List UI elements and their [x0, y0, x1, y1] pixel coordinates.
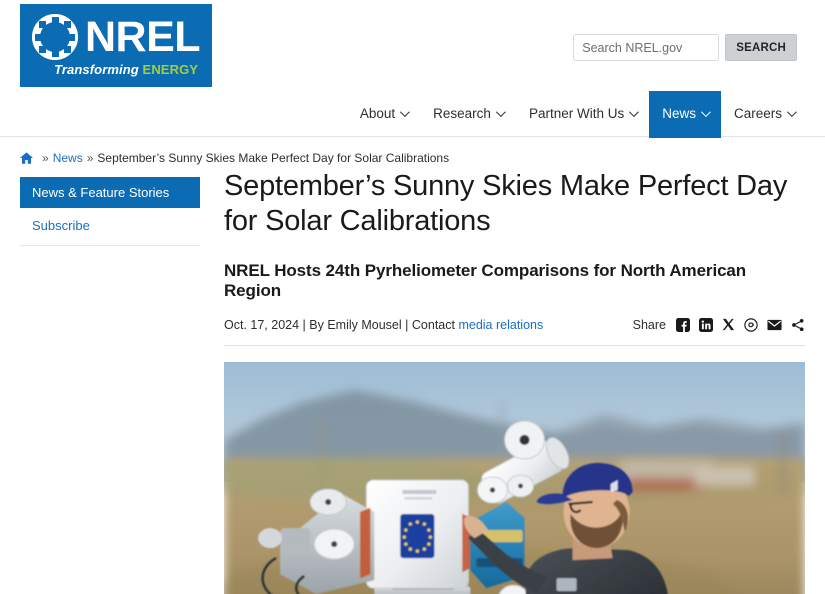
x-twitter-icon[interactable] — [722, 318, 735, 331]
article-subheadline: NREL Hosts 24th Pyrheliometer Comparison… — [224, 260, 747, 300]
chevron-down-icon — [700, 107, 711, 118]
nav-label-research: Research — [433, 106, 491, 121]
article: September’s Sunny Skies Make Perfect Day… — [200, 169, 805, 594]
byline: Oct. 17, 2024 | By Emily Mousel | Contac… — [224, 318, 543, 332]
logo-wordmark: NREL — [85, 12, 201, 61]
contact-prefix: Contact — [411, 317, 455, 332]
chevron-down-icon — [786, 107, 797, 118]
page-content: News & Feature Stories Subscribe Septemb… — [0, 169, 825, 594]
search-input[interactable] — [573, 34, 720, 61]
breadcrumb-separator-2: » — [86, 150, 94, 165]
sidebar-item-subscribe[interactable]: Subscribe — [20, 208, 200, 246]
nrel-logo[interactable]: NREL Transforming ENERGY — [20, 4, 212, 87]
nav-item-research[interactable]: Research — [420, 91, 516, 136]
nrel-circular-mark-icon — [32, 14, 78, 60]
search-button[interactable]: SEARCH — [725, 34, 797, 61]
article-meta-row: Oct. 17, 2024 | By Emily Mousel | Contac… — [224, 317, 805, 346]
main-navigation: About Research Partner With Us News Care… — [347, 91, 807, 138]
logo-tagline-energy: ENERGY — [142, 62, 199, 77]
nav-item-careers[interactable]: Careers — [721, 91, 807, 136]
nav-label-partner-with-us: Partner With Us — [528, 106, 625, 121]
nav-label-careers: Careers — [733, 106, 782, 121]
byline-sep-1: | — [302, 317, 306, 332]
linkedin-icon[interactable] — [699, 317, 713, 332]
nav-item-partner-with-us[interactable]: Partner With Us — [516, 91, 649, 136]
nav-item-news[interactable]: News — [649, 91, 721, 138]
share-group: Share — [632, 317, 805, 332]
logo-tagline-transforming: Transforming — [54, 62, 143, 77]
breadcrumb-current-page: September’s Sunny Skies Make Perfect Day… — [97, 150, 450, 165]
breadcrumb: » News » September’s Sunny Skies Make Pe… — [0, 137, 825, 169]
article-date: Oct. 17, 2024 — [224, 317, 300, 332]
nav-label-news: News — [662, 106, 696, 121]
sidebar-item-news-feature-stories[interactable]: News & Feature Stories — [20, 177, 200, 208]
breadcrumb-separator-1: » — [42, 150, 49, 165]
breadcrumb-link-news[interactable]: News — [53, 151, 83, 165]
sidebar: News & Feature Stories Subscribe — [20, 169, 200, 594]
byline-sep-2: | — [405, 317, 409, 332]
media-relations-link[interactable]: media relations — [458, 318, 543, 332]
share-label: Share — [632, 317, 666, 332]
nav-item-about[interactable]: About — [347, 91, 420, 136]
nav-label-about: About — [359, 106, 396, 121]
facebook-icon[interactable] — [676, 317, 690, 332]
article-author: By Emily Mousel — [309, 317, 402, 332]
chevron-down-icon — [495, 107, 506, 118]
share-network-icon[interactable] — [791, 318, 805, 332]
chevron-down-icon — [400, 107, 411, 118]
site-header: NREL Transforming ENERGY SEARCH About Re… — [0, 0, 825, 138]
site-search: SEARCH — [573, 34, 797, 61]
home-icon[interactable] — [20, 151, 33, 164]
article-photo — [224, 361, 805, 594]
chevron-down-icon — [629, 107, 640, 118]
logo-tagline: Transforming ENERGY — [32, 62, 200, 77]
email-icon[interactable] — [767, 319, 782, 331]
page-title: September’s Sunny Skies Make Perfect Day… — [224, 170, 788, 237]
threads-icon[interactable] — [744, 317, 758, 332]
